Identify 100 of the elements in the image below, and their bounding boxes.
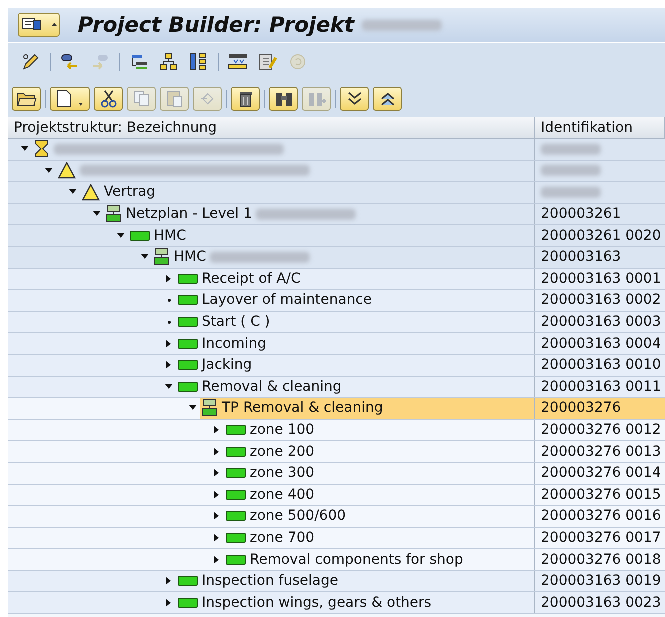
tree-row[interactable]: zone 100 200003276 0012 <box>8 420 665 442</box>
expanded-caret-icon[interactable] <box>164 384 174 390</box>
activity-bar-icon <box>178 576 198 586</box>
collapsed-caret-icon[interactable] <box>214 446 220 457</box>
tree-row[interactable]: zone 300 200003276 0014 <box>8 462 665 484</box>
tree-row[interactable]: TP Removal & cleaning 200003276 <box>8 398 665 420</box>
identification-cell: 200003261 0020 <box>541 228 662 244</box>
identification-cell: 200003276 0012 <box>541 422 662 438</box>
toolbar-button[interactable] <box>269 87 298 111</box>
identification-cell: 200003163 0019 <box>541 573 662 590</box>
activity-bar-icon <box>178 360 198 370</box>
edit-form-icon <box>258 52 278 72</box>
node-label: Removal components for shop <box>250 552 464 568</box>
identification-cell: 200003276 0015 <box>541 486 662 503</box>
identification-cell: 200003276 0017 <box>541 530 662 546</box>
node-label: Vertrag <box>104 184 156 200</box>
identification-cell: 200003276 0016 <box>541 508 662 524</box>
tree-row[interactable]: Removal components for shop 200003276 0018 <box>8 549 665 571</box>
expanded-caret-icon[interactable] <box>44 168 54 174</box>
identification-cell: 200003276 0018 <box>541 552 662 568</box>
node-label: Removal & cleaning <box>202 378 342 395</box>
toolbar-button[interactable] <box>12 87 41 111</box>
identification-cell: 200003163 0010 <box>541 357 662 374</box>
toolbar-button[interactable] <box>373 87 402 111</box>
toolbar-button[interactable] <box>94 87 123 111</box>
expand-all-icon <box>346 90 364 108</box>
expanded-caret-icon[interactable] <box>68 189 78 196</box>
collapsed-caret-icon[interactable] <box>166 576 172 586</box>
expanded-caret-icon[interactable] <box>92 211 102 218</box>
expanded-caret-icon[interactable] <box>188 405 198 412</box>
tree-row[interactable]: Inspection fuselage 200003163 0019 <box>8 570 665 592</box>
activity-bar-icon <box>226 490 246 500</box>
tree-row[interactable]: HMC 200003261 0020 <box>8 225 665 247</box>
hierarchy-icon <box>129 52 149 72</box>
pencil-icon <box>21 52 41 72</box>
collapsed-caret-icon[interactable] <box>214 511 220 522</box>
column-header[interactable]: Identifikation <box>535 117 665 138</box>
expanded-caret-icon[interactable] <box>140 254 150 260</box>
identification-cell: 200003261 <box>541 206 622 222</box>
toolbar-button[interactable] <box>340 87 369 111</box>
node-label: zone 400 <box>250 486 315 503</box>
tree-row[interactable]: Vertrag <box>8 182 665 204</box>
toolbar-button[interactable] <box>231 87 260 111</box>
tree-row[interactable]: Inspection wings, gears & others 200003163 0023 <box>8 592 665 614</box>
node-label: HMC <box>174 249 206 266</box>
node-label: HMC <box>154 228 186 244</box>
tree-row[interactable]: zone 700 200003276 0017 <box>8 528 665 550</box>
tree-row[interactable]: HMC 200003163 <box>8 246 665 269</box>
binoculars-plus-icon <box>306 90 326 108</box>
node-label: Netzplan - Level 1 <box>126 206 252 222</box>
identification-cell: 200003276 <box>541 400 622 416</box>
expanded-caret-icon[interactable] <box>20 146 30 152</box>
node-label: zone 100 <box>250 422 315 438</box>
trash-icon <box>238 90 254 108</box>
clipboard-icon <box>166 90 184 108</box>
collapsed-caret-icon[interactable] <box>166 360 172 370</box>
identification-cell: 200003163 0023 <box>541 594 662 611</box>
collapsed-caret-icon[interactable] <box>166 274 172 284</box>
tree-row[interactable]: zone 500/600 200003276 0016 <box>8 506 665 528</box>
network-icon <box>106 205 122 224</box>
menu-button[interactable] <box>18 13 60 37</box>
activity-bar-icon <box>178 295 198 306</box>
tree-row[interactable]: Receipt of A/C 200003163 0001 <box>8 268 665 290</box>
node-label: zone 700 <box>250 530 315 546</box>
binoculars-icon <box>274 90 294 108</box>
collapsed-caret-icon[interactable] <box>214 468 220 478</box>
identification-cell: 200003163 0002 <box>541 292 662 308</box>
toolbar-button[interactable] <box>50 87 90 111</box>
expanded-caret-icon[interactable] <box>116 232 126 239</box>
tree-row[interactable]: Removal & cleaning 200003163 0011 <box>8 376 665 398</box>
network-icon <box>202 399 218 418</box>
toolbar-button[interactable] <box>158 51 180 73</box>
tree-row[interactable]: zone 400 200003276 0015 <box>8 484 665 506</box>
collapsed-caret-icon[interactable] <box>214 490 220 500</box>
identification-cell: 200003163 0004 <box>541 336 662 352</box>
identification-cell: 200003163 0001 <box>541 270 662 287</box>
collapsed-caret-icon[interactable] <box>214 554 220 565</box>
tree-row[interactable]: Incoming 200003163 0004 <box>8 333 665 355</box>
collapsed-caret-icon[interactable] <box>166 598 172 608</box>
identification-cell: 200003163 <box>541 249 622 266</box>
column-header[interactable]: Projektstruktur: Bezeichnung <box>8 117 535 138</box>
node-label: Inspection fuselage <box>202 573 338 590</box>
copy-icon <box>132 90 150 108</box>
tree-row[interactable]: Start ( C ) 200003163 0003 <box>8 312 665 334</box>
node-label: TP Removal & cleaning <box>222 400 384 416</box>
tree-row[interactable]: Jacking 200003163 0010 <box>8 354 665 377</box>
tree-row[interactable]: zone 200 200003276 0013 <box>8 441 665 463</box>
collapsed-caret-icon[interactable] <box>214 532 220 543</box>
grid-icon <box>227 52 249 72</box>
tree-row[interactable]: Netzplan - Level 1 200003261 <box>8 204 665 226</box>
circle-icon <box>288 52 308 72</box>
activity-bar-icon <box>226 511 246 522</box>
collapsed-caret-icon[interactable] <box>166 338 172 349</box>
activity-bar-icon <box>130 230 150 241</box>
collapsed-caret-icon[interactable] <box>214 425 220 436</box>
tree-row[interactable]: Layover of maintenance 200003163 0002 <box>8 290 665 312</box>
new-document-icon <box>55 90 85 108</box>
tree-icon <box>189 52 209 72</box>
node-label: zone 300 <box>250 465 315 482</box>
warning-triangle-icon <box>58 162 76 180</box>
